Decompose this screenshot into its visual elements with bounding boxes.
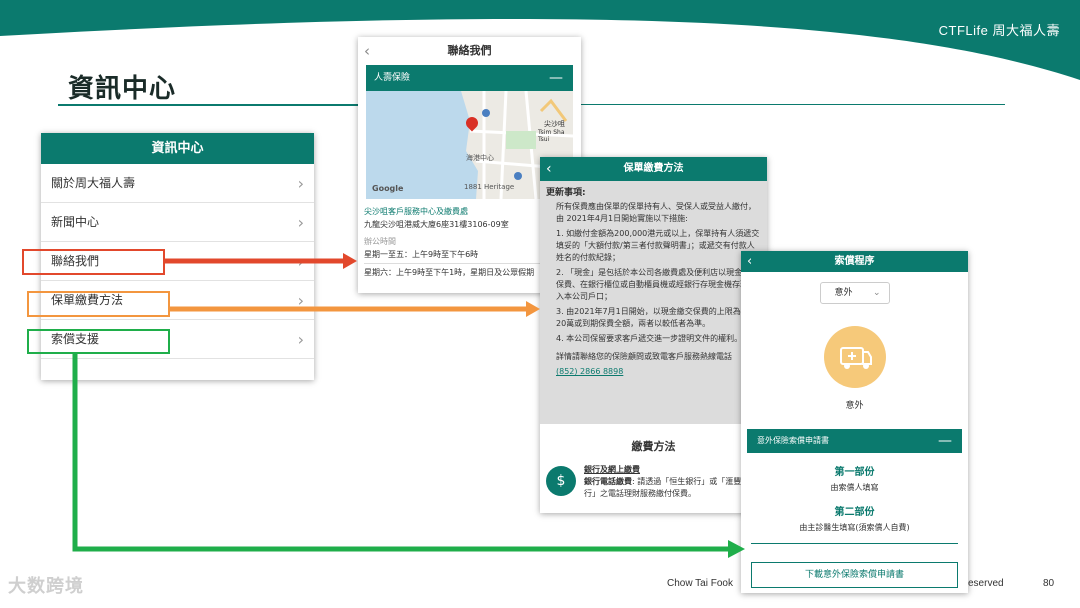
- footer-rights: eserved: [968, 578, 1004, 589]
- watermark: 大数跨境: [8, 576, 84, 597]
- arrow-to-contact: [165, 253, 357, 269]
- flow-arrows: [72, 253, 745, 558]
- arrow-to-payment: [170, 301, 540, 317]
- footer-company: Chow Tai Fook: [667, 578, 733, 589]
- page-number: 80: [1043, 578, 1055, 589]
- arrow-to-claims: [72, 354, 745, 558]
